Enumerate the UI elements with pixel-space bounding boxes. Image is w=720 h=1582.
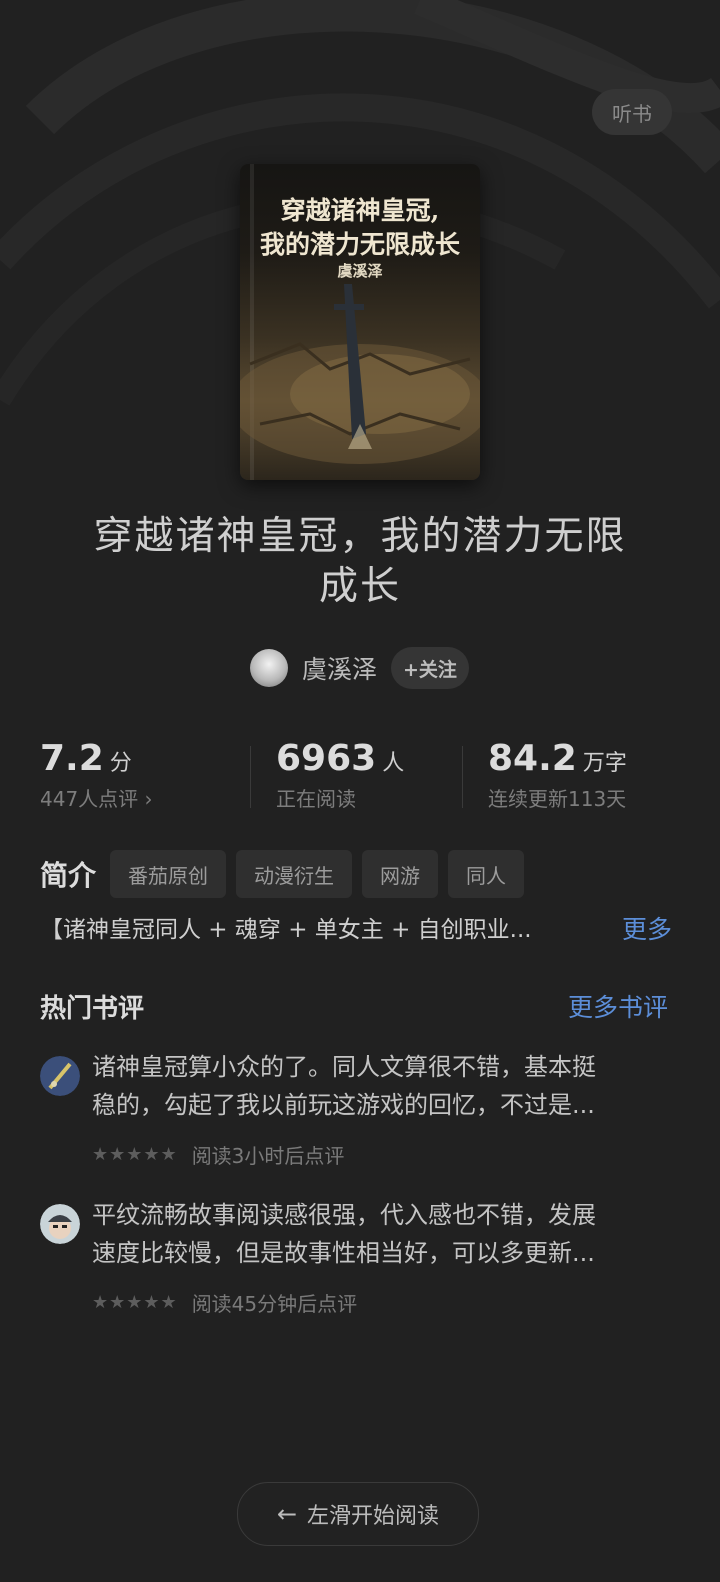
rating-count-link[interactable]: 447人点评 › <box>40 783 153 812</box>
reviewer-avatar-image <box>40 1056 80 1096</box>
reviewer-avatar-image <box>40 1204 80 1244</box>
start-reading-label: 左滑开始阅读 <box>307 1504 440 1529</box>
review-note: 阅读3小时后点评 <box>191 1144 345 1168</box>
update-days-label: 连续更新113天 <box>488 787 627 811</box>
review-text-line: 平纹流畅故事阅读感很强，代入感也不错，发展 <box>92 1201 596 1229</box>
review-note: 阅读45分钟后点评 <box>191 1292 358 1316</box>
cover-sword-map-art <box>240 284 480 464</box>
cover-title-line1: 穿越诸神皇冠, <box>280 196 440 225</box>
reviewer-avatar[interactable] <box>40 1056 80 1096</box>
intro-description[interactable]: 【诸神皇冠同人 + 魂穿 + 单女主 + 自创职业... <box>40 910 600 944</box>
readers-unit: 人 <box>382 751 405 776</box>
review-meta: ★★★★★ 阅读3小时后点评 <box>92 1140 344 1169</box>
cover-title-line2: 我的潜力无限成长 <box>259 230 460 259</box>
tag-chip[interactable]: 同人 <box>448 850 525 898</box>
stat-divider <box>250 746 251 808</box>
readers-label: 正在阅读 <box>276 787 356 811</box>
review-text-line: 速度比较慢，但是故事性相当好，可以多更新... <box>92 1239 595 1267</box>
intro-more-link[interactable]: 更多 <box>622 910 672 946</box>
book-title-line1: 穿越诸神皇冠，我的潜力无限 <box>93 514 627 559</box>
book-cover[interactable]: 穿越诸神皇冠, 我的潜力无限成长 虞溪泽 <box>240 164 480 480</box>
stats-bar: 7.2 分 447人点评 › 6963 人 正在阅读 84.2 万字 连续更新113天 <box>0 738 720 818</box>
rating-stat[interactable]: 7.2 分 447人点评 › <box>40 738 153 812</box>
hot-reviews-title: 热门书评 <box>40 994 145 1024</box>
book-title: 穿越诸神皇冠，我的潜力无限 成长 <box>60 512 660 612</box>
review-text: 诸神皇冠算小众的了。同人文算很不错，基本挺 稳的，勾起了我以前玩这游戏的回忆，不… <box>92 1048 680 1124</box>
review-text-line: 稳的，勾起了我以前玩这游戏的回忆，不过是... <box>92 1091 595 1119</box>
book-title-line2: 成长 <box>318 564 401 609</box>
author-row: 虞溪泽 +关注 <box>250 647 469 689</box>
more-reviews-link[interactable]: 更多书评 <box>568 988 668 1024</box>
rating-value: 7.2 <box>40 738 104 779</box>
stat-divider <box>462 746 463 808</box>
author-avatar[interactable] <box>250 649 288 687</box>
review-item[interactable]: 平纹流畅故事阅读感很强，代入感也不错，发展 速度比较慢，但是故事性相当好，可以多… <box>40 1196 680 1316</box>
star-rating: ★★★★★ <box>92 1144 178 1165</box>
tag-chip[interactable]: 动漫衍生 <box>236 850 353 898</box>
tag-chip[interactable]: 番茄原创 <box>110 850 227 898</box>
listen-button[interactable]: 听书 <box>592 89 672 135</box>
readers-stat: 6963 人 正在阅读 <box>276 738 404 812</box>
words-stat: 84.2 万字 连续更新113天 <box>488 738 627 812</box>
arrow-left-icon: ← <box>276 1500 298 1528</box>
rating-unit: 分 <box>109 751 132 776</box>
review-text: 平纹流畅故事阅读感很强，代入感也不错，发展 速度比较慢，但是故事性相当好，可以多… <box>92 1196 680 1272</box>
author-name[interactable]: 虞溪泽 <box>302 650 377 686</box>
review-text-line: 诸神皇冠算小众的了。同人文算很不错，基本挺 <box>92 1053 596 1081</box>
tag-chip[interactable]: 网游 <box>362 850 439 898</box>
words-value: 84.2 <box>488 738 577 779</box>
intro-label: 简介 <box>40 859 97 892</box>
reviewer-avatar[interactable] <box>40 1204 80 1244</box>
start-reading-button[interactable]: ← 左滑开始阅读 <box>237 1482 479 1546</box>
star-rating: ★★★★★ <box>92 1292 178 1313</box>
review-meta: ★★★★★ 阅读45分钟后点评 <box>92 1288 357 1317</box>
intro-row: 简介 番茄原创 动漫衍生 网游 同人 <box>40 850 534 898</box>
readers-value: 6963 <box>276 738 377 779</box>
review-item[interactable]: 诸神皇冠算小众的了。同人文算很不错，基本挺 稳的，勾起了我以前玩这游戏的回忆，不… <box>40 1048 680 1168</box>
follow-button[interactable]: +关注 <box>391 647 469 689</box>
words-unit: 万字 <box>582 751 627 776</box>
